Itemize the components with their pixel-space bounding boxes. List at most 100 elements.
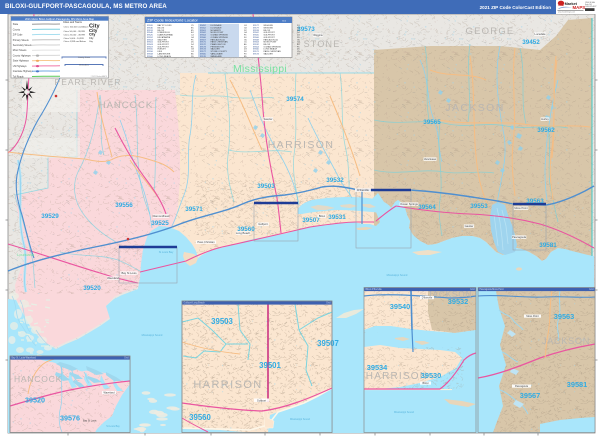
svg-text:St Louis Bay: St Louis Bay xyxy=(106,425,120,428)
svg-text:Biloxi-D'Iberville: Biloxi-D'Iberville xyxy=(366,288,383,291)
svg-text:39560: 39560 xyxy=(147,56,154,58)
svg-text:County: County xyxy=(13,28,21,31)
svg-text:Grid: Grid xyxy=(124,357,129,360)
svg-text:Gautier: Gautier xyxy=(465,224,474,228)
svg-text:39503: 39503 xyxy=(211,317,233,326)
svg-text:Gulfport: Gulfport xyxy=(258,222,268,226)
svg-text:D'Iberville: D'Iberville xyxy=(422,297,433,300)
svg-text:39520: 39520 xyxy=(25,396,45,405)
svg-text:Primary Streets: Primary Streets xyxy=(13,39,30,42)
svg-text:HARRISON: HARRISON xyxy=(366,371,428,382)
svg-text:Cities 25,000 - 49,999: Cities 25,000 - 49,999 xyxy=(64,34,86,37)
svg-text:Mississippi Sound: Mississippi Sound xyxy=(394,411,415,414)
svg-text:Wiggins: Wiggins xyxy=(313,33,323,37)
svg-text:Mississippi Sound: Mississippi Sound xyxy=(387,273,408,277)
svg-text:City: City xyxy=(89,36,94,40)
svg-text:©2021 MarketMAPS: ©2021 MarketMAPS xyxy=(91,75,108,78)
svg-text:Hurley: Hurley xyxy=(541,117,549,121)
svg-text:HANCOCK: HANCOCK xyxy=(14,374,62,384)
svg-text:St Louis Bay: St Louis Bay xyxy=(159,250,174,254)
svg-text:39531: 39531 xyxy=(328,214,346,221)
svg-text:Moss Point: Moss Point xyxy=(514,206,528,210)
svg-text:39581: 39581 xyxy=(567,380,588,389)
svg-text:Mississippi Sound: Mississippi Sound xyxy=(142,333,163,337)
svg-text:SAUCIER: SAUCIER xyxy=(264,52,274,55)
svg-text:HANCOCK: HANCOCK xyxy=(99,100,154,111)
svg-text:Cities and Towns: Cities and Towns xyxy=(63,21,83,24)
svg-text:39563: 39563 xyxy=(526,198,544,205)
svg-text:39567: 39567 xyxy=(520,391,541,400)
svg-text:JACKSON: JACKSON xyxy=(542,336,590,346)
svg-text:State Highways: State Highways xyxy=(13,60,30,63)
svg-text:15500 W 64th: 15500 W 64th xyxy=(585,1,595,4)
svg-text:Vancleave: Vancleave xyxy=(424,157,437,161)
svg-text:39574: 39574 xyxy=(253,53,260,55)
svg-text:Pascagoula: Pascagoula xyxy=(512,235,527,239)
svg-text:39540: 39540 xyxy=(390,302,411,311)
svg-text:39529: 39529 xyxy=(41,213,59,220)
svg-text:Mississippi: Mississippi xyxy=(233,63,287,75)
svg-text:Pascagoula: Pascagoula xyxy=(515,385,529,388)
svg-text:Pascagoula-Moss Point: Pascagoula-Moss Point xyxy=(480,288,504,291)
svg-text:Bay St Louis: Bay St Louis xyxy=(83,420,97,423)
svg-text:39560: 39560 xyxy=(189,413,211,422)
svg-text:Cities 100,000 and Above: Cities 100,000 and Above xyxy=(64,26,90,29)
svg-text:39563: 39563 xyxy=(554,312,575,321)
svg-text:39532: 39532 xyxy=(326,177,344,184)
svg-text:39501: 39501 xyxy=(259,361,281,370)
svg-text:Bay St Louis: Bay St Louis xyxy=(121,271,137,275)
svg-text:39503: 39503 xyxy=(257,183,275,190)
svg-text:Biloxi: Biloxi xyxy=(319,214,326,218)
svg-text:Biloxi: Biloxi xyxy=(423,382,429,385)
svg-text:Minor Streets: Minor Streets xyxy=(13,49,28,52)
svg-text:39556: 39556 xyxy=(115,202,133,209)
svg-text:GEORGE: GEORGE xyxy=(466,26,515,37)
svg-text:39576: 39576 xyxy=(60,414,80,423)
svg-text:Metro Area: Metro Area xyxy=(79,64,90,67)
svg-text:ZIP Code: ZIP Code xyxy=(13,35,23,37)
svg-text:39574: 39574 xyxy=(286,96,304,103)
svg-text:HARRISON: HARRISON xyxy=(193,379,262,391)
svg-text:LONG BEACH: LONG BEACH xyxy=(158,55,172,58)
svg-text:Secondary Streets: Secondary Streets xyxy=(13,44,33,47)
svg-text:D'Iberville: D'Iberville xyxy=(357,188,369,192)
svg-text:39534: 39534 xyxy=(367,363,388,372)
svg-text:Waveland: Waveland xyxy=(103,392,115,395)
svg-text:US Highways: US Highways xyxy=(13,66,28,68)
svg-text:Cities 5,000 - 24,999: Cities 5,000 - 24,999 xyxy=(64,37,85,40)
svg-text:1-800-929-4627: 1-800-929-4627 xyxy=(585,6,596,8)
svg-text:Diamondhead: Diamondhead xyxy=(153,214,170,218)
svg-text:Saucier: Saucier xyxy=(263,117,272,121)
svg-text:Gulfport: Gulfport xyxy=(257,398,267,402)
svg-text:39576: 39576 xyxy=(200,56,207,58)
svg-text:PEARL RIVER: PEARL RIVER xyxy=(55,77,122,87)
svg-text:HARRISON: HARRISON xyxy=(268,139,335,151)
svg-text:39530: 39530 xyxy=(421,371,442,380)
svg-text:39507: 39507 xyxy=(317,339,339,348)
svg-text:Grid: Grid xyxy=(470,288,475,291)
svg-text:Louisiana: Louisiana xyxy=(17,252,35,257)
svg-text:WAVELAND: WAVELAND xyxy=(211,55,223,58)
svg-text:Pass Christian: Pass Christian xyxy=(197,240,215,244)
svg-text:ZIP Code Index/Grid Locator: ZIP Code Index/Grid Locator xyxy=(147,18,199,23)
svg-text:Mississippi Sound: Mississippi Sound xyxy=(290,418,311,421)
svg-text:MAPS: MAPS xyxy=(573,5,586,10)
svg-text:39571: 39571 xyxy=(185,206,203,213)
svg-text:Long Beach: Long Beach xyxy=(236,231,251,235)
svg-text:Bay St. Louis-Waveland: Bay St. Louis-Waveland xyxy=(12,357,37,360)
svg-text:39573: 39573 xyxy=(297,26,315,33)
svg-text:39507: 39507 xyxy=(302,217,320,224)
svg-text:Moss Point: Moss Point xyxy=(526,315,539,318)
svg-text:39581: 39581 xyxy=(539,242,557,249)
svg-text:39564: 39564 xyxy=(418,204,436,211)
svg-text:County Highways: County Highways xyxy=(13,54,32,57)
svg-text:39553: 39553 xyxy=(470,203,488,210)
svg-text:Ocean Springs: Ocean Springs xyxy=(400,202,418,206)
svg-text:Cities 50,000 - 99,999: Cities 50,000 - 99,999 xyxy=(64,30,86,33)
svg-text:Grid: Grid xyxy=(326,302,331,305)
svg-text:JACKSON: JACKSON xyxy=(445,102,504,114)
svg-text:Cities 4,999 and Below: Cities 4,999 and Below xyxy=(64,40,87,43)
svg-text:Waveland: Waveland xyxy=(107,276,119,280)
svg-text:www.marketmaps.com: www.marketmaps.com xyxy=(558,11,576,14)
svg-text:39520: 39520 xyxy=(83,285,101,292)
